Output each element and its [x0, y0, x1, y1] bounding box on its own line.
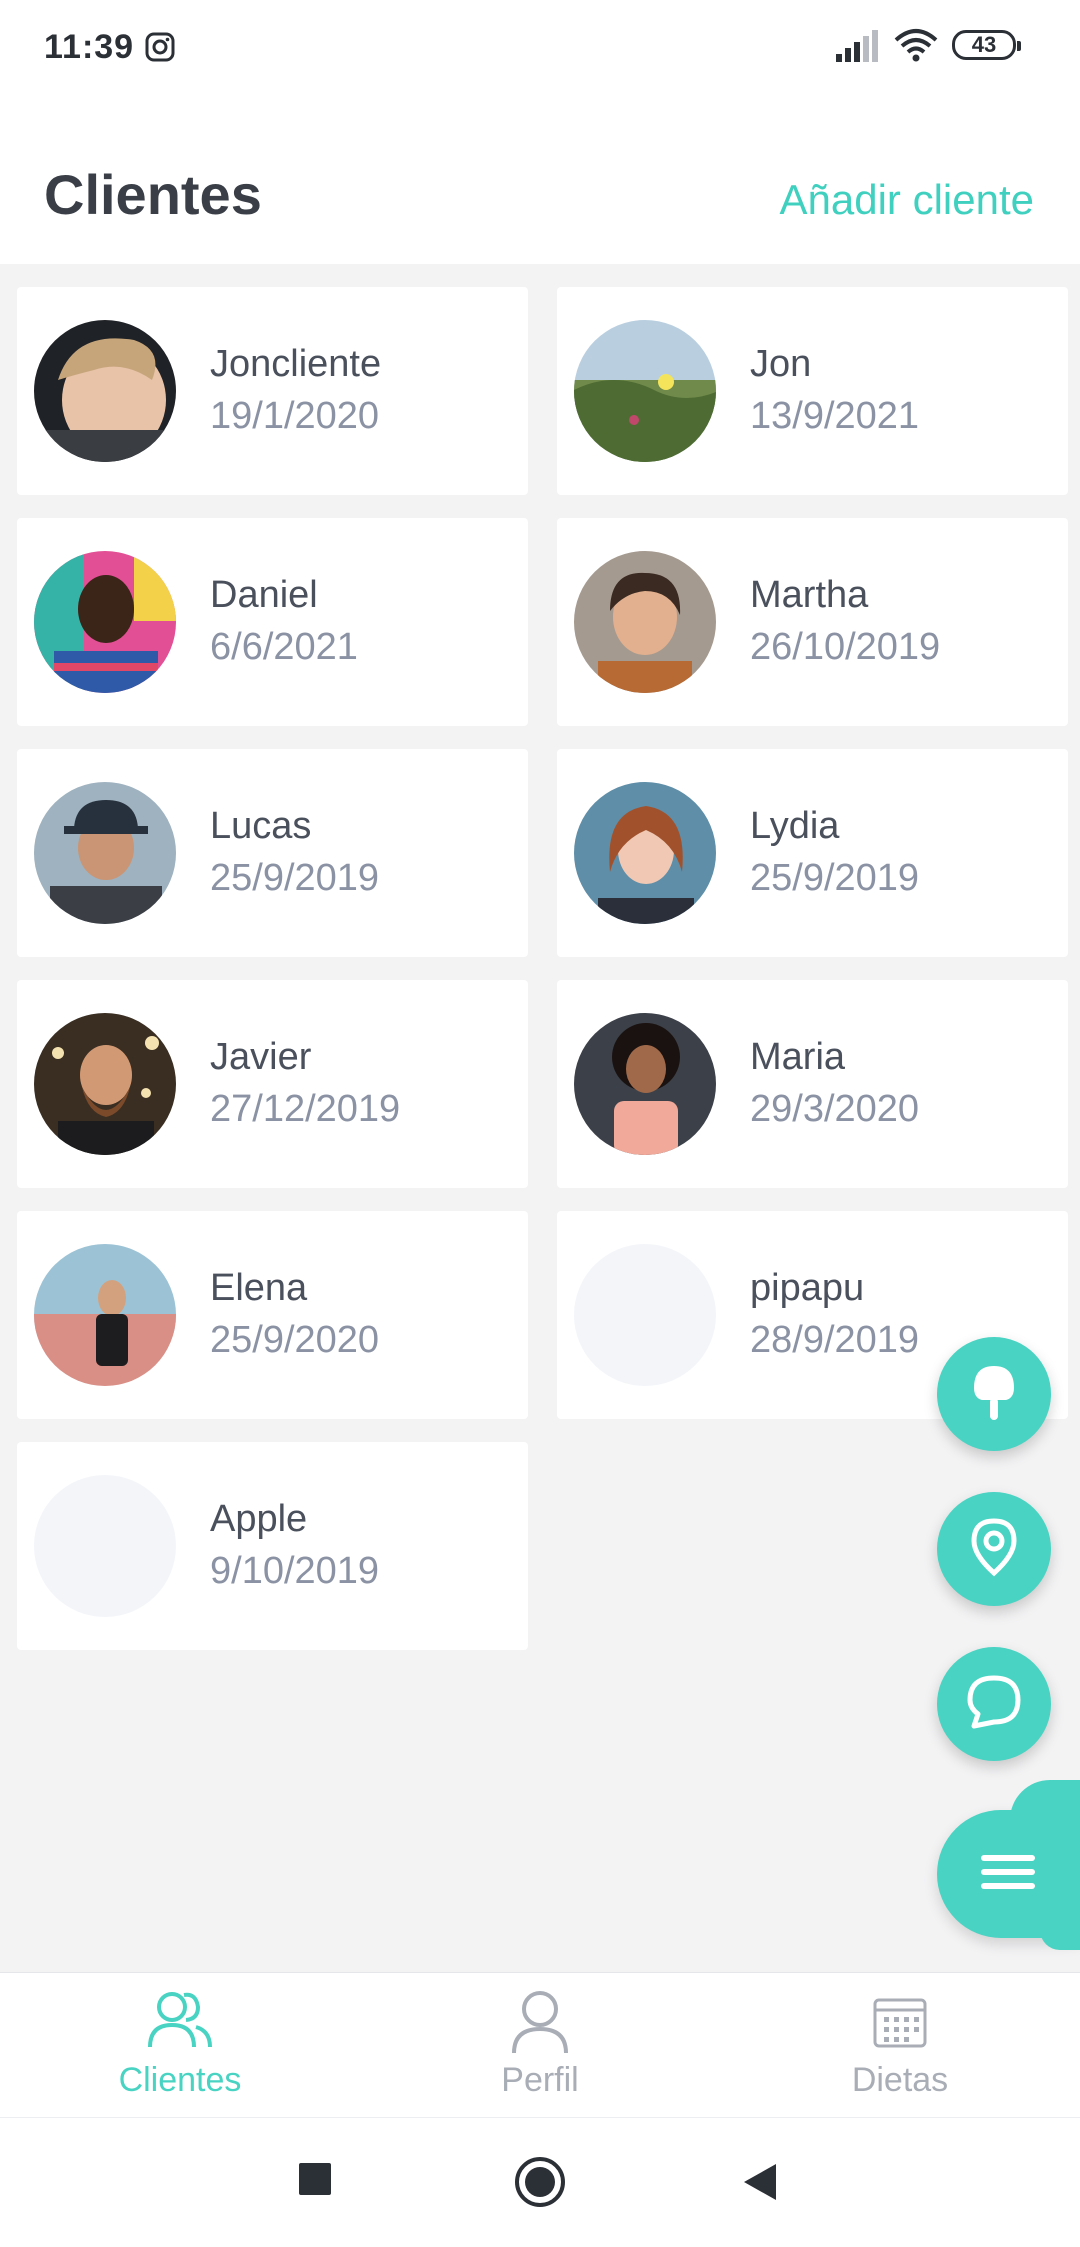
location-fab[interactable]: [937, 1492, 1051, 1606]
back-button[interactable]: [742, 2162, 778, 2207]
client-card[interactable]: Javier 27/12/2019: [17, 980, 528, 1188]
client-date: 13/9/2021: [750, 395, 920, 437]
client-card[interactable]: Lucas 25/9/2019: [17, 749, 528, 957]
client-name: Lydia: [750, 805, 840, 847]
client-name: Daniel: [210, 574, 318, 616]
client-card[interactable]: Elena 25/9/2020: [17, 1211, 528, 1419]
client-date: 25/9/2019: [750, 857, 920, 899]
client-name: Jon: [750, 343, 812, 385]
ice-cream-icon: [966, 1362, 1022, 1427]
nav-label: Dietas: [851, 2061, 949, 2099]
avatar-placeholder: [574, 1244, 716, 1386]
client-date: 25/9/2019: [210, 857, 380, 899]
client-name: Elena: [210, 1267, 308, 1309]
client-card[interactable]: Joncliente 19/1/2020: [17, 287, 528, 495]
status-time: 11:39: [44, 28, 135, 66]
chat-bubble-icon: [964, 1672, 1024, 1737]
wifi-icon: [894, 28, 938, 67]
avatar: [574, 320, 716, 462]
client-date: 25/9/2020: [210, 1319, 380, 1361]
client-name: Maria: [750, 1036, 846, 1078]
client-card[interactable]: Martha 26/10/2019: [557, 518, 1068, 726]
client-name: Martha: [750, 574, 869, 616]
add-client-button[interactable]: Añadir cliente: [780, 176, 1034, 224]
avatar: [574, 551, 716, 693]
avatar: [574, 782, 716, 924]
users-icon: [146, 1989, 214, 2056]
client-date: 19/1/2020: [210, 395, 380, 437]
client-date: 26/10/2019: [750, 626, 941, 668]
chat-fab[interactable]: [937, 1647, 1051, 1761]
header: Clientes Añadir cliente: [0, 96, 1080, 264]
avatar-placeholder: [34, 1475, 176, 1617]
client-card[interactable]: Jon 13/9/2021: [557, 287, 1068, 495]
nav-item-dietas[interactable]: Dietas: [720, 1973, 1080, 2117]
client-name: pipapu: [750, 1267, 865, 1309]
instagram-icon: [144, 31, 176, 68]
client-name: Lucas: [210, 805, 312, 847]
avatar: [34, 1244, 176, 1386]
avatar: [34, 320, 176, 462]
menu-fab[interactable]: [937, 1780, 1080, 1950]
client-date: 9/10/2019: [210, 1550, 380, 1592]
home-button[interactable]: [514, 2156, 566, 2213]
bottom-nav: Clientes Perfil Dietas: [0, 1972, 1080, 2117]
nav-label: Clientes: [118, 2061, 242, 2099]
avatar: [574, 1013, 716, 1155]
system-nav-bar: [0, 2117, 1080, 2247]
client-card[interactable]: Maria 29/3/2020: [557, 980, 1068, 1188]
nav-label: Perfil: [501, 2061, 579, 2099]
client-date: 6/6/2021: [210, 626, 358, 668]
avatar: [34, 782, 176, 924]
battery-indicator: 43: [952, 30, 1021, 60]
client-name: Apple: [210, 1498, 308, 1540]
client-card[interactable]: Lydia 25/9/2019: [557, 749, 1068, 957]
status-bar: 11:39 43: [0, 0, 1080, 96]
ice-cream-fab[interactable]: [937, 1337, 1051, 1451]
signal-icon: [836, 30, 880, 67]
menu-icon: [981, 1853, 1035, 1896]
avatar: [34, 1013, 176, 1155]
calendar-icon: [872, 1997, 928, 2054]
client-card[interactable]: Apple 9/10/2019: [17, 1442, 528, 1650]
client-card[interactable]: Daniel 6/6/2021: [17, 518, 528, 726]
client-date: 28/9/2019: [750, 1319, 920, 1361]
client-date: 29/3/2020: [750, 1088, 920, 1130]
client-date: 27/12/2019: [210, 1088, 401, 1130]
avatar: [34, 551, 176, 693]
recent-apps-button[interactable]: [298, 2162, 332, 2201]
nav-item-clientes[interactable]: Clientes: [0, 1973, 360, 2117]
page-title: Clientes: [44, 163, 262, 226]
client-name: Joncliente: [210, 343, 382, 385]
nav-item-perfil[interactable]: Perfil: [360, 1973, 720, 2117]
user-icon: [508, 1989, 572, 2060]
location-pin-icon: [968, 1517, 1020, 1582]
client-name: Javier: [210, 1036, 312, 1078]
